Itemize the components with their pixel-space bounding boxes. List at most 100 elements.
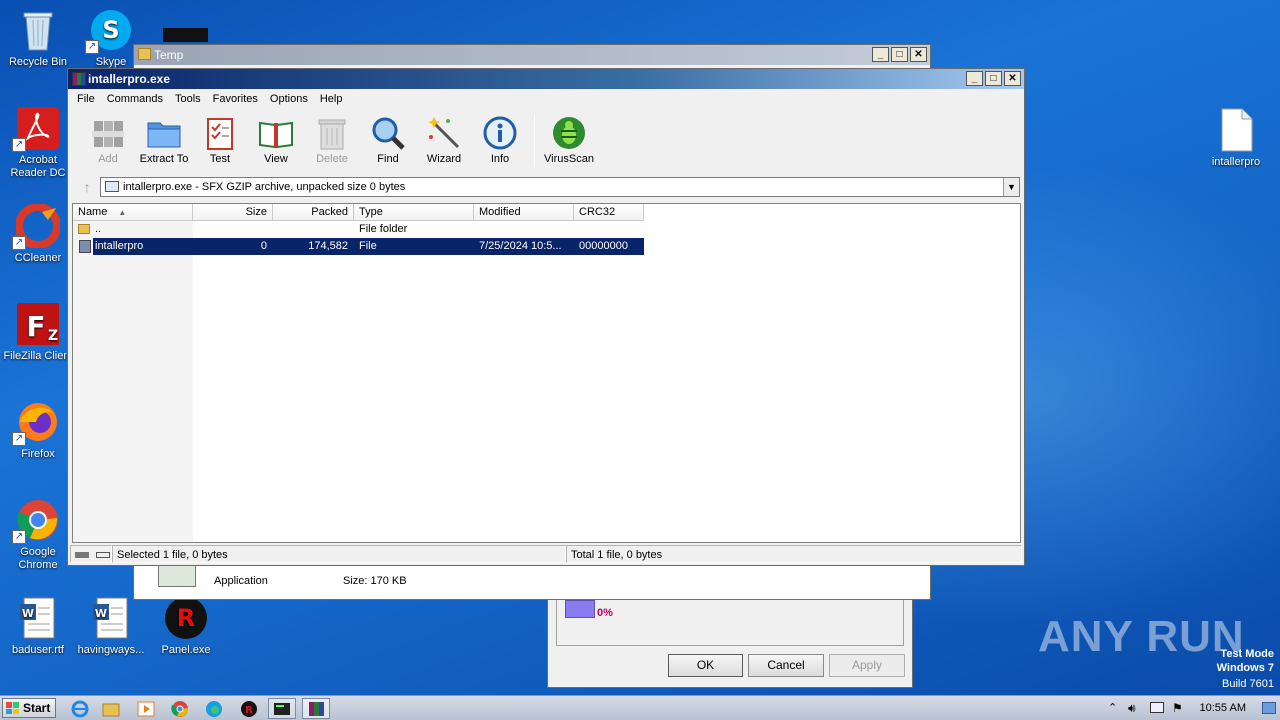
desktop-icon-baduser[interactable]: W baduser.rtf (0, 596, 76, 657)
desktop-icon-ccleaner[interactable]: ↗ CCleaner (0, 203, 76, 265)
taskbar-explorer-icon[interactable] (97, 698, 125, 719)
taskbar-edge-icon[interactable] (200, 698, 228, 719)
table-row[interactable]: .. File folder (73, 221, 644, 238)
flag-icon[interactable]: ⚑ (1172, 701, 1183, 715)
info-button[interactable]: Info (472, 111, 528, 173)
view-book-icon (258, 115, 294, 151)
toolbar: Add Extract To Test View Delete Find Wiz… (74, 111, 1020, 173)
bug-icon (551, 115, 587, 151)
extract-folder-icon (146, 115, 182, 151)
menu-commands[interactable]: Commands (101, 89, 169, 109)
desktop-icon-havingways[interactable]: W havingways... (73, 596, 149, 657)
virusscan-button[interactable]: VirusScan (541, 111, 597, 173)
path-bar: ↑ intallerpro.exe - SFX GZIP archive, un… (74, 175, 1020, 199)
folder-up-icon (78, 224, 90, 234)
minimize-button[interactable]: _ (872, 47, 889, 62)
tray-expand-icon[interactable]: ⌃ (1108, 701, 1117, 714)
ok-button[interactable]: OK (668, 654, 743, 677)
taskbar-chrome-icon[interactable] (166, 698, 194, 719)
cell-packed: 174,582 (308, 240, 348, 252)
taskbar-winrar-icon[interactable] (302, 698, 330, 719)
shortcut-arrow-icon: ↗ (85, 40, 99, 54)
application-file-icon (158, 565, 196, 587)
show-desktop-icon[interactable] (1262, 702, 1276, 714)
close-button[interactable]: ✕ (1004, 71, 1021, 86)
winrar-icon (72, 72, 86, 86)
svg-text:W: W (22, 607, 34, 620)
add-button[interactable]: Add (80, 111, 136, 173)
test-mode-line1: Test Mode (1220, 648, 1274, 660)
desktop-icon-intallerpro[interactable]: intallerpro (1198, 108, 1274, 169)
ccleaner-icon: ↗ (12, 203, 61, 250)
extract-to-button[interactable]: Extract To (136, 111, 192, 173)
disk-usage-swatch (565, 600, 595, 618)
up-arrow-icon[interactable]: ↑ (74, 176, 100, 198)
details-size: Size: 170 KB (343, 575, 407, 587)
menu-help[interactable]: Help (314, 89, 349, 109)
archive-path-icon (105, 181, 119, 192)
view-button[interactable]: View (248, 111, 304, 173)
shortcut-arrow-icon: ↗ (12, 138, 26, 152)
desktop-icon-recycle-bin[interactable]: Recycle Bin (0, 8, 76, 69)
minimize-button[interactable]: _ (966, 71, 983, 86)
taskbar: Start R ⌃ 🔊︎ ⚑ 10:55 AM (0, 695, 1280, 720)
menu-tools[interactable]: Tools (169, 89, 207, 109)
windows-logo-icon (6, 702, 19, 714)
toolbar-separator (534, 115, 535, 167)
status-icons (70, 545, 112, 563)
find-button[interactable]: Find (360, 111, 416, 173)
anyrun-watermark: ANY RUN (1038, 612, 1245, 661)
menu-options[interactable]: Options (264, 89, 314, 109)
column-header-crc32[interactable]: CRC32 (574, 204, 644, 221)
wizard-button[interactable]: Wizard (416, 111, 472, 173)
column-header-type[interactable]: Type (354, 204, 474, 221)
maximize-button[interactable]: □ (985, 71, 1002, 86)
shortcut-arrow-icon: ↗ (12, 530, 26, 544)
key-icon (96, 552, 111, 558)
taskbar-media-icon[interactable] (132, 698, 160, 719)
desktop-icon-chrome[interactable]: ↗ Google Chrome (0, 498, 76, 572)
filezilla-icon: FZ (16, 302, 60, 346)
clock[interactable]: 10:55 AM (1200, 696, 1246, 720)
delete-button[interactable]: Delete (304, 111, 360, 173)
menu-file[interactable]: File (71, 89, 101, 109)
temp-window-titlebar[interactable]: Temp _ □ ✕ (134, 45, 930, 65)
desktop-icon-panel[interactable]: R Panel.exe (148, 596, 224, 657)
desktop-icon-filezilla[interactable]: FZ FileZilla Client (0, 302, 76, 363)
volume-icon[interactable]: 🔊︎ (1128, 701, 1136, 716)
chevron-down-icon[interactable]: ▼ (1003, 178, 1019, 196)
taskbar-panel-icon[interactable]: R (235, 698, 263, 719)
properties-dialog[interactable]: 0% OK Cancel Apply (547, 600, 913, 688)
taskbar-ie-icon[interactable] (66, 698, 94, 719)
column-header-size[interactable]: Size (193, 204, 273, 221)
column-header-modified[interactable]: Modified (474, 204, 574, 221)
wand-icon (426, 115, 462, 151)
column-header-packed[interactable]: Packed (273, 204, 354, 221)
start-button[interactable]: Start (2, 698, 56, 718)
desktop-icon-acrobat[interactable]: ↗ Acrobat Reader DC (0, 106, 76, 180)
table-row[interactable]: intallerpro 0 174,582 File 7/25/2024 10:… (79, 238, 644, 255)
network-icon[interactable] (1150, 702, 1164, 713)
taskbar-console-icon[interactable] (268, 698, 296, 719)
column-header-name[interactable]: Name ▲ (73, 204, 193, 221)
desktop-icon-firefox[interactable]: ↗ Firefox (0, 400, 76, 461)
menubar: File Commands Tools Favorites Options He… (68, 89, 1024, 109)
menu-favorites[interactable]: Favorites (207, 89, 264, 109)
archive-window[interactable]: intallerpro.exe _ □ ✕ File Commands Tool… (67, 68, 1025, 566)
test-button[interactable]: Test (192, 111, 248, 173)
archive-window-titlebar[interactable]: intallerpro.exe _ □ ✕ (68, 69, 1024, 89)
word-document-icon: W (89, 596, 133, 640)
blank-file-icon (1214, 108, 1258, 152)
file-list[interactable]: Name ▲ Size Packed Type Modified CRC32 .… (72, 203, 1021, 543)
cell-modified: 7/25/2024 10:5... (479, 240, 562, 252)
close-button[interactable]: ✕ (910, 47, 927, 62)
cancel-button[interactable]: Cancel (748, 654, 824, 677)
cell-crc32: 00000000 (579, 240, 628, 252)
maximize-button[interactable]: □ (891, 47, 908, 62)
system-tray: ⌃ 🔊︎ ⚑ 10:55 AM (1102, 696, 1280, 720)
cell-size: 0 (260, 240, 267, 252)
apply-button[interactable]: Apply (829, 654, 905, 677)
drive-icon (75, 552, 89, 558)
word-document-icon: W (16, 596, 60, 640)
path-field[interactable]: intallerpro.exe - SFX GZIP archive, unpa… (100, 177, 1020, 197)
